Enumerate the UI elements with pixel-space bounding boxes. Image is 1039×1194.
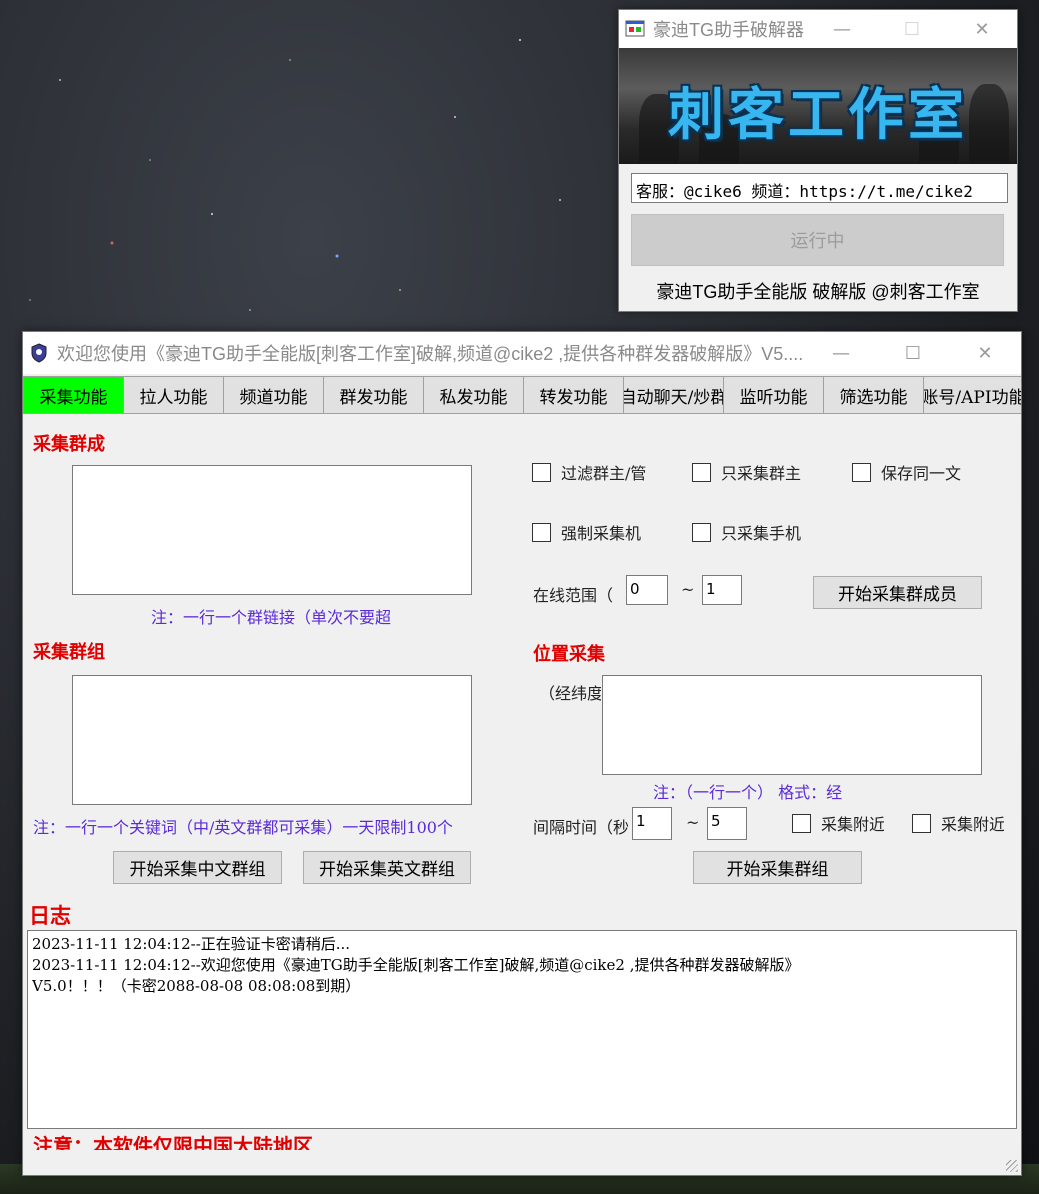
coordinates-note: 注：（一行一个） 格式：经	[653, 783, 843, 802]
tab-invite[interactable]: 拉人功能	[123, 376, 223, 414]
group-links-textarea[interactable]	[72, 465, 472, 595]
interval-max-input[interactable]: 5	[707, 807, 747, 840]
region-warning: 注意：本软件仅限中国大陆地区	[33, 1134, 313, 1150]
app-shield-icon	[31, 343, 47, 363]
log-title: 日志	[29, 903, 71, 928]
online-max-input[interactable]: 1	[702, 575, 742, 605]
only-owner-checkbox[interactable]: 只采集群主	[692, 460, 810, 484]
start-collect-english-button[interactable]: 开始采集英文群组	[303, 851, 471, 884]
interval-min-input[interactable]: 1	[632, 807, 672, 840]
cracker-footer-text: 豪迪TG助手全能版 破解版 @刺客工作室	[656, 282, 980, 302]
tab-filter[interactable]: 筛选功能	[823, 376, 923, 414]
tab-private-send[interactable]: 私发功能	[423, 376, 523, 414]
cracker-titlebar[interactable]: 豪迪TG助手破解器 — ☐ ✕	[619, 10, 1017, 48]
tab-group-send[interactable]: 群发功能	[323, 376, 423, 414]
keywords-textarea[interactable]	[72, 675, 472, 805]
interval-tilde: ~	[686, 813, 700, 832]
start-collect-chinese-button[interactable]: 开始采集中文群组	[113, 851, 282, 884]
group-section-title: 采集群组	[33, 642, 105, 663]
tab-monitor[interactable]: 监听功能	[723, 376, 823, 414]
member-section-title: 采集群成	[33, 434, 105, 455]
tab-auto-chat[interactable]: 自动聊天/炒群	[623, 376, 723, 414]
save-same-file-checkbox[interactable]: 保存同一文	[852, 460, 970, 484]
tab-forward[interactable]: 转发功能	[523, 376, 623, 414]
studio-banner: 刺客工作室	[619, 48, 1017, 164]
contact-info-field[interactable]: 客服：@cike6 频道：https://t.me/cike2	[631, 173, 1008, 203]
force-collect-checkbox[interactable]: 强制采集机	[532, 520, 642, 544]
keywords-note: 注：一行一个关键词（中/英文群都可采集）一天限制100个	[33, 818, 453, 837]
close-icon[interactable]: ✕	[947, 10, 1017, 48]
minimize-icon[interactable]: —	[805, 332, 877, 374]
main-title: 欢迎您使用《豪迪TG助手全能版[刺客工作室]破解,频道@cike2 ,提供各种群…	[57, 344, 804, 364]
interval-label: 间隔时间（秒	[533, 818, 630, 837]
function-tabs: 采集功能 拉人功能 频道功能 群发功能 私发功能 转发功能 自动聊天/炒群 监听…	[23, 376, 1021, 414]
close-icon[interactable]: ✕	[949, 332, 1021, 374]
location-section-title: 位置采集	[533, 644, 605, 665]
online-min-input[interactable]: 0	[626, 575, 668, 605]
coordinates-textarea[interactable]	[602, 675, 982, 775]
group-links-note: 注：一行一个群链接（单次不要超	[151, 608, 392, 627]
coordinate-label: （经纬度	[539, 684, 601, 703]
tab-channel[interactable]: 频道功能	[223, 376, 323, 414]
online-range-tilde: ~	[681, 580, 695, 599]
start-collect-members-button[interactable]: 开始采集群成员	[813, 576, 982, 609]
log-line: 2023-11-11 12:04:12--正在验证卡密请稍后...	[32, 935, 351, 953]
only-phone-checkbox[interactable]: 只采集手机	[692, 520, 802, 544]
filter-admin-checkbox[interactable]: 过滤群主/管	[532, 460, 650, 484]
log-textarea[interactable]: 2023-11-11 12:04:12--正在验证卡密请稍后... 2023-1…	[27, 930, 1017, 1129]
minimize-icon[interactable]: —	[807, 10, 877, 48]
tab-account-api[interactable]: 账号/API功能	[923, 376, 1021, 414]
running-button: 运行中	[631, 214, 1004, 266]
online-range-label: 在线范围（	[533, 586, 614, 605]
log-line: V5.0！！！（卡密2088-08-08 08:08:08到期）	[32, 977, 361, 995]
banner-text: 刺客工作室	[668, 83, 968, 148]
log-line: 2023-11-11 12:04:12--欢迎您使用《豪迪TG助手全能版[刺客工…	[32, 956, 800, 974]
collect-nearby-checkbox-1[interactable]: 采集附近	[792, 811, 884, 835]
maximize-icon: ☐	[903, 18, 921, 40]
app-window-icon	[625, 20, 645, 37]
start-collect-groups-button[interactable]: 开始采集群组	[693, 851, 862, 884]
cracker-window: 豪迪TG助手破解器 — ☐ ✕ 刺客工作室 客服：@cike6 频道：https…	[618, 9, 1018, 312]
resize-grip[interactable]	[1006, 1160, 1018, 1172]
maximize-icon[interactable]: ☐	[877, 332, 949, 374]
main-window: 欢迎您使用《豪迪TG助手全能版[刺客工作室]破解,频道@cike2 ,提供各种群…	[22, 331, 1022, 1176]
collect-nearby-checkbox-2[interactable]: 采集附近	[912, 811, 1004, 835]
cracker-title: 豪迪TG助手破解器	[653, 20, 804, 40]
tab-collect[interactable]: 采集功能	[23, 376, 123, 414]
main-titlebar[interactable]: 欢迎您使用《豪迪TG助手全能版[刺客工作室]破解,频道@cike2 ,提供各种群…	[23, 332, 1021, 374]
